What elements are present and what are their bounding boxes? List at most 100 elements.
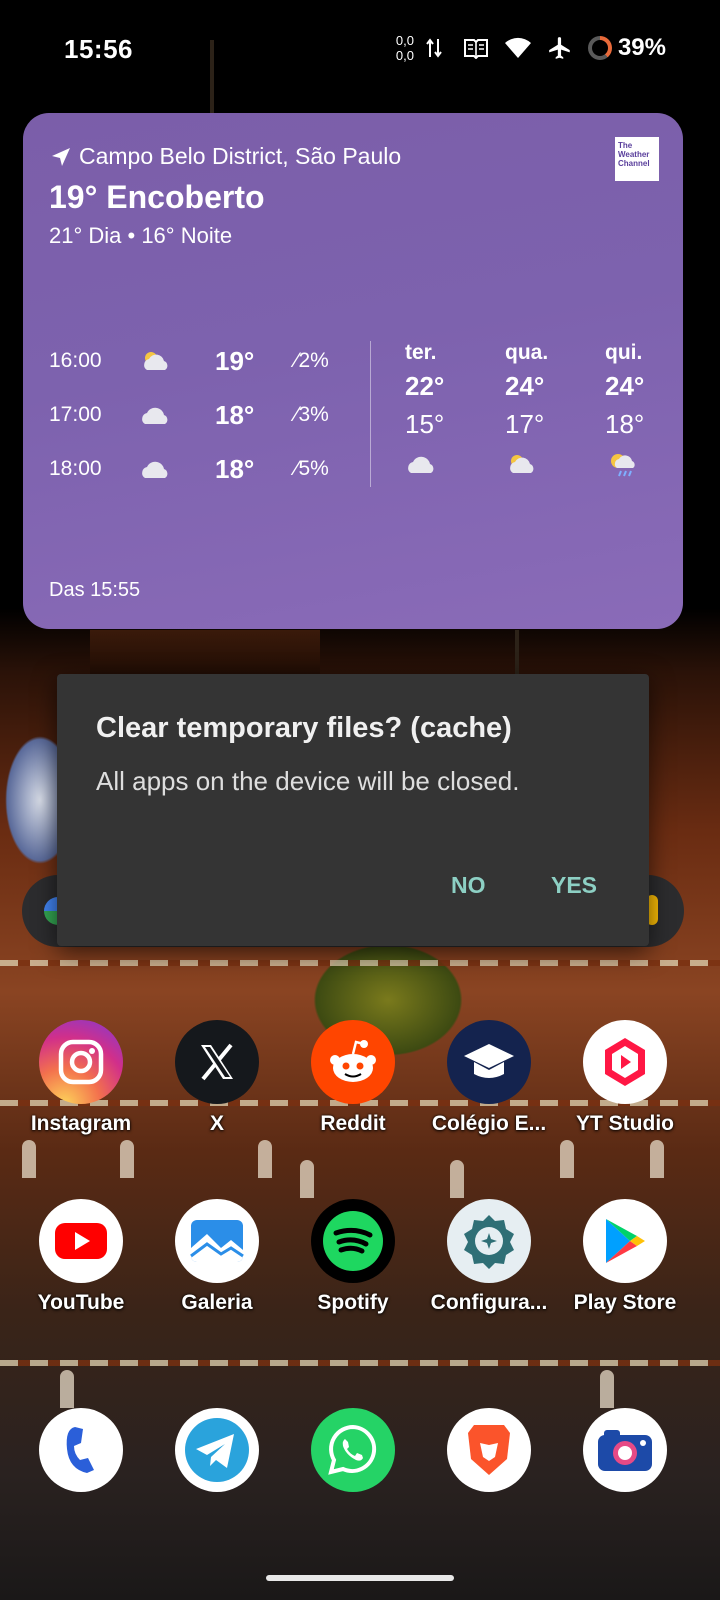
hourly-precip: ⁄2% <box>295 349 329 372</box>
gesture-nav-handle[interactable] <box>266 1575 454 1581</box>
partly-cloudy-icon <box>139 348 215 374</box>
weather-location: Campo Belo District, São Paulo <box>49 143 401 170</box>
graduation-cap-icon <box>447 1020 531 1104</box>
airplane-mode-icon <box>546 34 574 62</box>
network-rate-down: 0,0 <box>395 48 414 63</box>
status-icons: 0,0 0,0 39% <box>396 30 666 66</box>
cloud-icon <box>405 449 495 479</box>
dialog-title: Clear temporary files? (cache) <box>96 712 512 744</box>
wifi-icon <box>504 34 532 62</box>
app-label: YouTube <box>37 1291 125 1314</box>
app-instagram[interactable]: Instagram <box>13 1020 149 1170</box>
app-play-store[interactable]: Play Store <box>557 1199 693 1349</box>
app-colegio[interactable]: Colégio E... <box>421 1020 557 1170</box>
daily-high: 22° <box>405 371 445 401</box>
daily-low: 15° <box>405 409 445 439</box>
app-galeria[interactable]: Galeria <box>149 1199 285 1349</box>
telegram-icon <box>175 1408 259 1492</box>
wallpaper-window <box>60 1370 74 1408</box>
data-arrows-icon <box>420 34 448 62</box>
sun-rain-icon <box>605 449 695 479</box>
dialog-message: All apps on the device will be closed. <box>96 766 520 796</box>
dock-telegram[interactable] <box>149 1408 285 1558</box>
app-label: YT Studio <box>576 1112 674 1135</box>
forecast-divider <box>370 341 371 487</box>
daily-day: qua. <box>505 341 549 364</box>
app-label: Reddit <box>320 1112 386 1135</box>
wallpaper-window <box>600 1370 614 1408</box>
reader-mode-icon <box>462 34 490 62</box>
daily-high: 24° <box>505 371 545 401</box>
weather-widget[interactable]: Campo Belo District, São Paulo The Weathe… <box>23 113 683 629</box>
wallpaper-stripe <box>0 1360 720 1366</box>
app-configuracoes[interactable]: Configura... <box>421 1199 557 1349</box>
status-time: 15:56 <box>64 34 133 64</box>
battery-percent: 39% <box>617 34 666 61</box>
battery: 39% <box>587 34 666 62</box>
dock-phone[interactable] <box>13 1408 149 1558</box>
daily-day: qui. <box>605 341 643 364</box>
app-label: Colégio E... <box>431 1112 547 1135</box>
daily-column: ter. 22° 15° <box>405 341 495 479</box>
hourly-time: 17:00 <box>49 403 102 426</box>
dock-whatsapp[interactable] <box>285 1408 421 1558</box>
app-yt-studio[interactable]: YT Studio <box>557 1020 693 1170</box>
wallpaper-stripe <box>0 960 720 966</box>
weather-current: 19° Encoberto <box>49 179 265 215</box>
network-rate-up: 0,0 <box>395 33 414 48</box>
phone-icon <box>39 1408 123 1492</box>
daily-high: 24° <box>605 371 645 401</box>
app-label: Spotify <box>317 1291 389 1314</box>
camera-icon <box>583 1408 667 1492</box>
hourly-row: 18:00 18° ⁄5% <box>49 449 349 489</box>
dock-camera[interactable] <box>557 1408 693 1558</box>
daily-low: 17° <box>505 409 545 439</box>
hourly-time: 16:00 <box>49 349 102 372</box>
youtube-icon <box>39 1199 123 1283</box>
hourly-row: 17:00 18° ⁄3% <box>49 395 349 435</box>
no-button[interactable]: NO <box>451 872 486 899</box>
weather-location-text: Campo Belo District, São Paulo <box>79 143 402 169</box>
app-label: X <box>209 1112 224 1135</box>
app-label: Play Store <box>573 1291 677 1314</box>
yes-button[interactable]: YES <box>551 872 597 899</box>
hourly-temp: 19° <box>215 345 255 376</box>
hourly-precip: ⁄3% <box>295 403 329 426</box>
app-x[interactable]: X <box>149 1020 285 1170</box>
daily-day: ter. <box>405 341 437 364</box>
network-rate: 0,0 0,0 <box>396 33 414 63</box>
dock-brave[interactable] <box>421 1408 557 1558</box>
hourly-precip: ⁄5% <box>295 457 329 480</box>
reddit-icon <box>311 1020 395 1104</box>
app-spotify[interactable]: Spotify <box>285 1199 421 1349</box>
cloud-icon <box>139 458 215 480</box>
battery-ring-icon <box>587 36 612 60</box>
clear-cache-dialog: Clear temporary files? (cache) All apps … <box>57 674 649 946</box>
daily-column: qui. 24° 18° <box>605 341 695 479</box>
brave-icon <box>447 1408 531 1492</box>
hourly-temp: 18° <box>215 399 255 430</box>
whatsapp-icon <box>311 1408 395 1492</box>
daily-low: 18° <box>605 409 645 439</box>
instagram-icon <box>39 1020 123 1104</box>
yt-studio-icon <box>583 1020 667 1104</box>
status-bar: 15:56 0,0 0,0 39% <box>0 0 720 100</box>
weather-channel-logo: The Weather Channel <box>615 137 659 181</box>
spotify-icon <box>311 1199 395 1283</box>
location-arrow-icon <box>52 147 70 166</box>
app-reddit[interactable]: Reddit <box>285 1020 421 1170</box>
app-label: Galeria <box>181 1291 253 1314</box>
gallery-icon <box>175 1199 259 1283</box>
hourly-row: 16:00 19° ⁄2% <box>49 341 349 381</box>
weather-high-low: 21° Dia • 16° Noite <box>49 223 233 248</box>
app-youtube[interactable]: YouTube <box>13 1199 149 1349</box>
daily-column: qua. 24° 17° <box>505 341 595 479</box>
wallpaper-tower <box>90 630 320 680</box>
app-label: Instagram <box>30 1112 132 1135</box>
settings-icon <box>447 1199 531 1283</box>
play-store-icon <box>583 1199 667 1283</box>
partly-cloudy-icon <box>505 449 595 479</box>
weather-updated-time: Das 15:55 <box>49 579 141 601</box>
hourly-temp: 18° <box>215 453 255 484</box>
app-label: Configura... <box>430 1291 548 1314</box>
